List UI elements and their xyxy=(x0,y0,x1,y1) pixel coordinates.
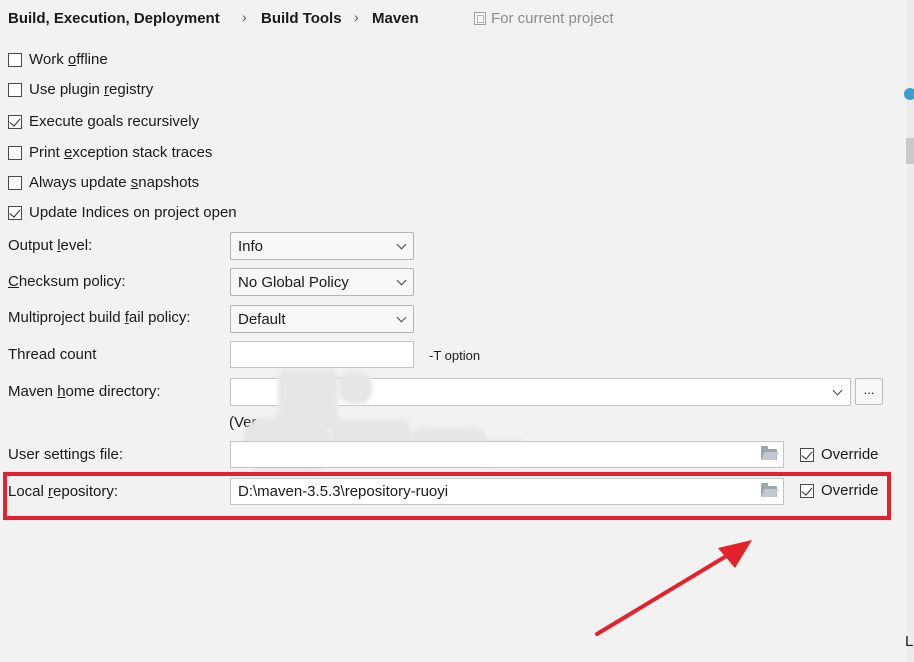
annotation-arrow-icon xyxy=(595,540,752,636)
edge-status-icon xyxy=(904,88,914,100)
edge-letter: L xyxy=(905,633,914,650)
edge-scrollbar[interactable] xyxy=(906,138,914,164)
